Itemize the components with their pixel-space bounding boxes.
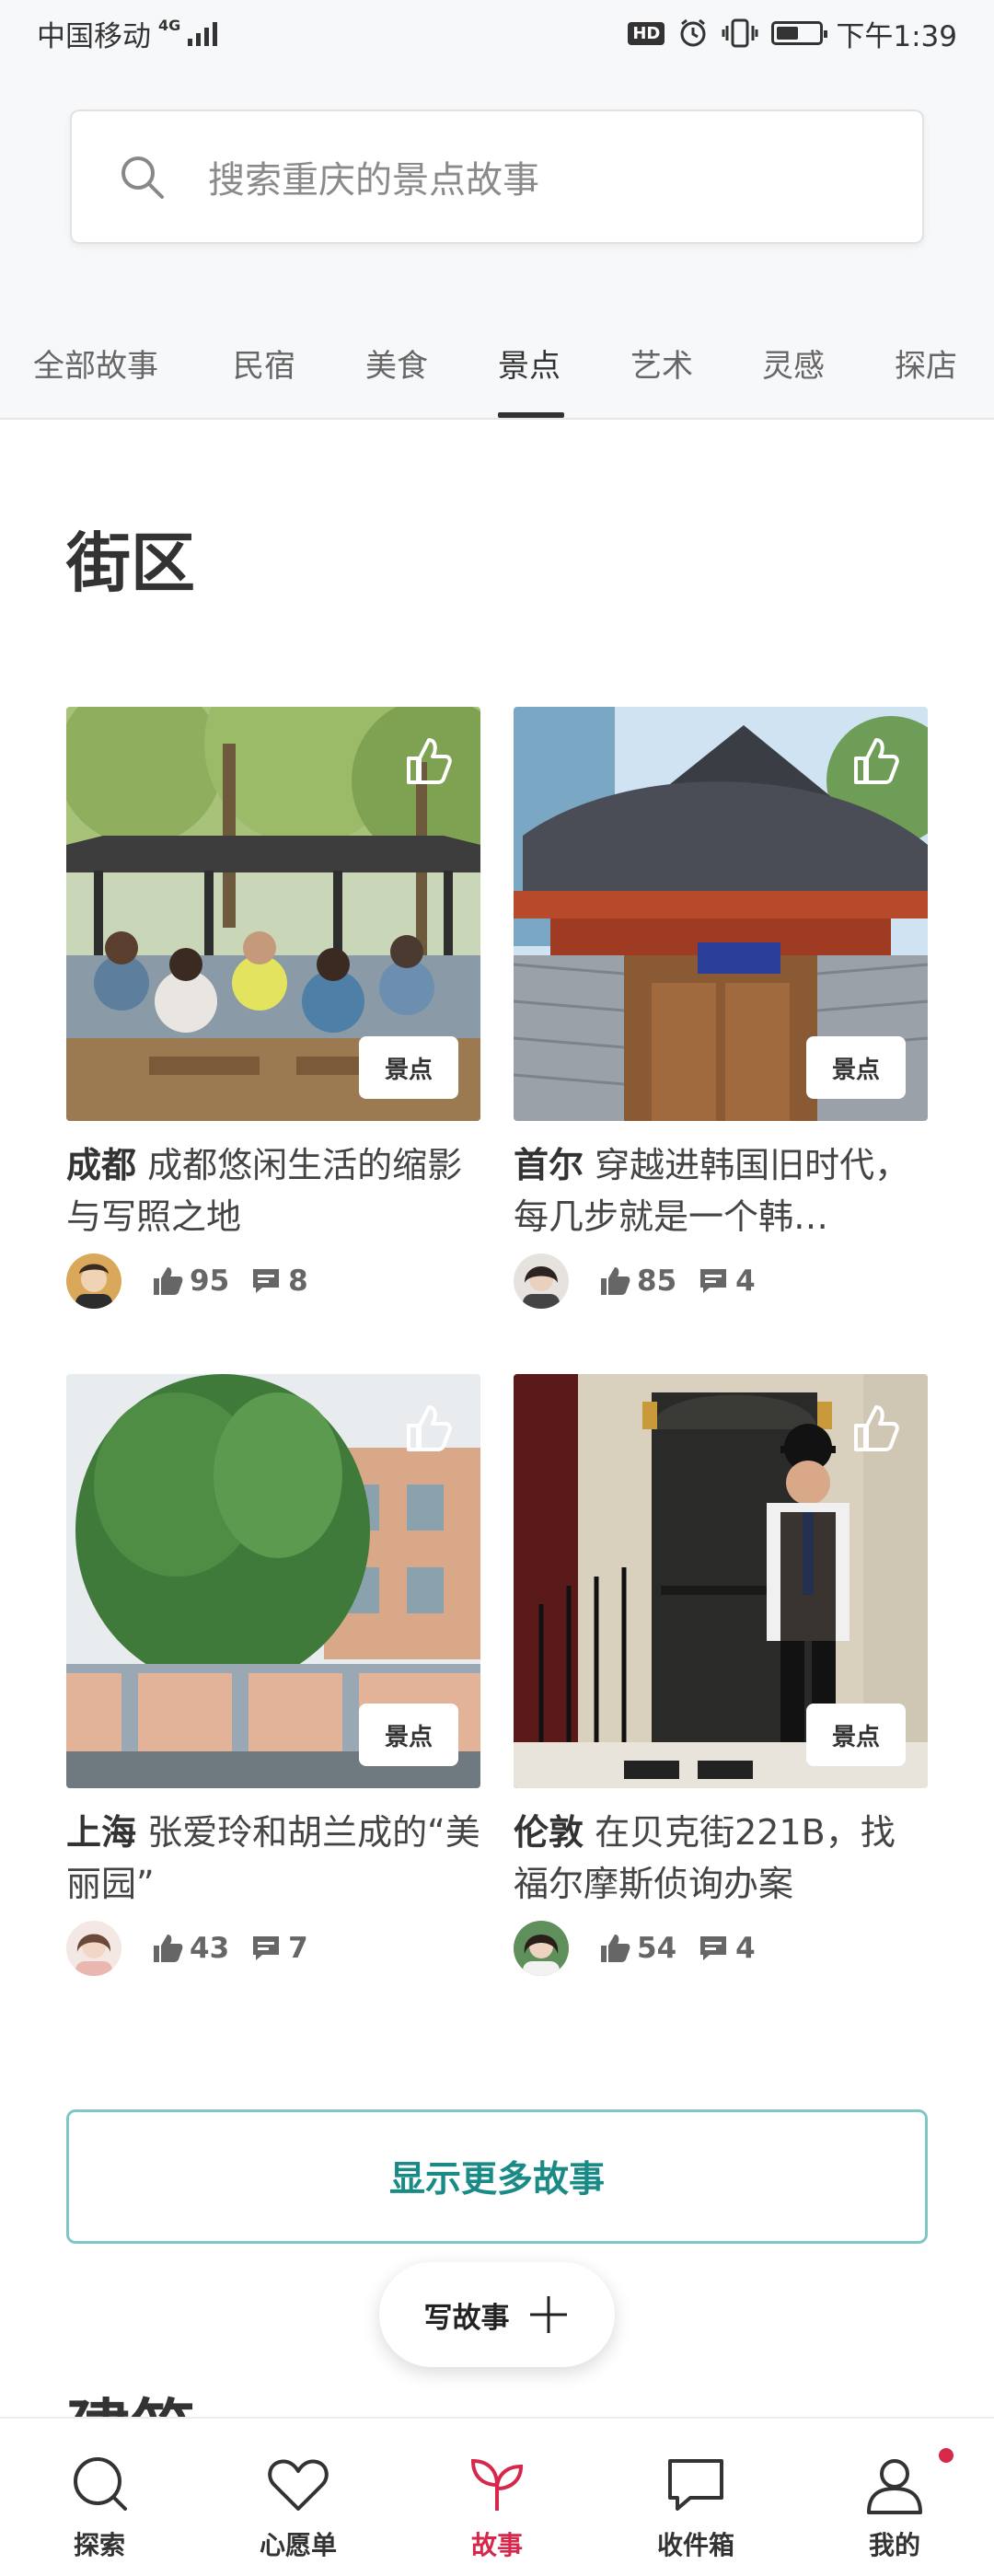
chat-bubble-icon xyxy=(668,2459,723,2511)
header: 搜索重庆的景点故事 全部故事 民宿 美食 景点 艺术 灵感 探店 xyxy=(0,66,994,420)
alarm-icon xyxy=(680,18,706,47)
vibrate-icon xyxy=(722,18,758,48)
nav-profile[interactable]: 我的 xyxy=(830,2419,959,2576)
section-title: 街区 xyxy=(66,526,195,601)
avatar[interactable] xyxy=(514,1921,569,1976)
heart-icon xyxy=(268,2459,329,2511)
comment-count: 7 xyxy=(249,1932,308,1965)
comment-icon xyxy=(700,1936,727,1960)
story-photo[interactable]: 景点 xyxy=(66,1374,480,1788)
nav-stories[interactable]: 故事 xyxy=(433,2419,561,2576)
category-badge: 景点 xyxy=(806,1036,906,1099)
story-card[interactable]: 景点 成都 成都悠闲生活的缩影与写照之地 95 8 xyxy=(66,707,480,1309)
avatar[interactable] xyxy=(66,1253,121,1309)
thumbs-up-icon xyxy=(154,1267,183,1295)
active-tab-indicator xyxy=(498,412,564,418)
nav-label: 收件箱 xyxy=(656,2530,734,2560)
thumbs-up-icon xyxy=(601,1935,630,1962)
sprout-icon xyxy=(470,2458,524,2511)
avatar[interactable] xyxy=(514,1253,569,1309)
carrier-name: 中国移动 xyxy=(37,19,151,53)
like-icon[interactable] xyxy=(849,734,902,788)
battery-icon xyxy=(771,21,828,45)
search-icon xyxy=(121,156,164,199)
like-count: 43 xyxy=(151,1932,229,1965)
write-story-label: 写故事 xyxy=(423,2301,510,2335)
write-story-button[interactable]: 写故事 xyxy=(379,2262,615,2367)
story-card[interactable]: 景点 首尔 穿越进韩国旧时代，每几步就是一个韩… 85 4 xyxy=(514,707,928,1309)
story-city: 首尔 xyxy=(514,1145,584,1185)
like-icon[interactable] xyxy=(849,1402,902,1455)
thumbs-up-icon xyxy=(601,1267,630,1295)
comment-icon xyxy=(700,1269,727,1293)
nav-inbox[interactable]: 收件箱 xyxy=(631,2419,760,2576)
search-icon xyxy=(74,2457,127,2511)
category-badge: 景点 xyxy=(806,1704,906,1766)
story-meta: 54 4 xyxy=(514,1921,928,1976)
story-meta: 85 4 xyxy=(514,1253,928,1309)
signal-icon xyxy=(188,20,218,46)
tab-attractions[interactable]: 景点 xyxy=(498,341,561,386)
like-icon[interactable] xyxy=(401,1402,455,1455)
plus-icon xyxy=(529,2296,567,2333)
hd-badge: HD xyxy=(628,21,665,45)
like-count: 54 xyxy=(598,1932,676,1965)
category-badge: 景点 xyxy=(359,1704,458,1766)
comment-count: 4 xyxy=(697,1265,756,1298)
story-caption: 上海 张爱玲和胡兰成的“美丽园” xyxy=(66,1807,480,1910)
category-badge: 景点 xyxy=(359,1036,458,1099)
story-city: 成都 xyxy=(66,1145,137,1185)
nav-label: 我的 xyxy=(868,2530,920,2560)
nav-wishlist[interactable]: 心愿单 xyxy=(234,2419,363,2576)
story-caption: 伦敦 在贝克街221B，找福尔摩斯侦询办案 xyxy=(514,1807,928,1910)
tab-art[interactable]: 艺术 xyxy=(630,341,693,386)
story-photo[interactable]: 景点 xyxy=(514,1374,928,1788)
like-count: 85 xyxy=(598,1265,676,1298)
story-caption: 首尔 穿越进韩国旧时代，每几步就是一个韩… xyxy=(514,1139,928,1242)
tab-homestay[interactable]: 民宿 xyxy=(233,341,295,386)
like-icon[interactable] xyxy=(401,734,455,788)
search-input[interactable]: 搜索重庆的景点故事 xyxy=(208,150,539,203)
status-bar: 中国移动 4G HD 下午1:39 xyxy=(0,0,994,66)
story-card[interactable]: 景点 伦敦 在贝克街221B，找福尔摩斯侦询办案 54 4 xyxy=(514,1374,928,1976)
nav-label: 故事 xyxy=(470,2530,523,2560)
clock: 下午1:39 xyxy=(836,19,957,53)
nav-label: 探索 xyxy=(73,2530,125,2560)
comment-count: 4 xyxy=(697,1932,756,1965)
tab-food[interactable]: 美食 xyxy=(365,341,428,386)
story-photo[interactable]: 景点 xyxy=(514,707,928,1121)
thumbs-up-icon xyxy=(154,1935,183,1962)
person-icon xyxy=(867,2459,922,2514)
comment-icon xyxy=(253,1269,280,1293)
comment-count: 8 xyxy=(249,1265,308,1298)
like-count: 95 xyxy=(151,1265,229,1298)
story-photo[interactable]: 景点 xyxy=(66,707,480,1121)
story-meta: 43 7 xyxy=(66,1921,480,1976)
story-city: 伦敦 xyxy=(514,1812,584,1853)
bottom-navigation: 探索 心愿单 故事 收件箱 我的 xyxy=(0,2417,994,2576)
tab-shop-visit[interactable]: 探店 xyxy=(895,341,957,386)
nav-label: 心愿单 xyxy=(259,2530,337,2560)
nav-explore[interactable]: 探索 xyxy=(35,2419,164,2576)
story-city: 上海 xyxy=(66,1812,137,1853)
avatar[interactable] xyxy=(66,1921,121,1976)
comment-icon xyxy=(253,1936,280,1960)
category-tabs: 全部故事 民宿 美食 景点 艺术 灵感 探店 xyxy=(0,315,994,418)
story-caption: 成都 成都悠闲生活的缩影与写照之地 xyxy=(66,1139,480,1242)
story-card[interactable]: 景点 上海 张爱玲和胡兰成的“美丽园” 43 7 xyxy=(66,1374,480,1976)
tab-all-stories[interactable]: 全部故事 xyxy=(33,341,158,386)
show-more-stories-button[interactable]: 显示更多故事 xyxy=(66,2109,928,2244)
notification-dot xyxy=(939,2448,954,2463)
network-type: 4G xyxy=(158,16,181,34)
story-meta: 95 8 xyxy=(66,1253,480,1309)
tab-inspiration[interactable]: 灵感 xyxy=(762,341,825,386)
search-bar[interactable]: 搜索重庆的景点故事 xyxy=(70,110,924,244)
